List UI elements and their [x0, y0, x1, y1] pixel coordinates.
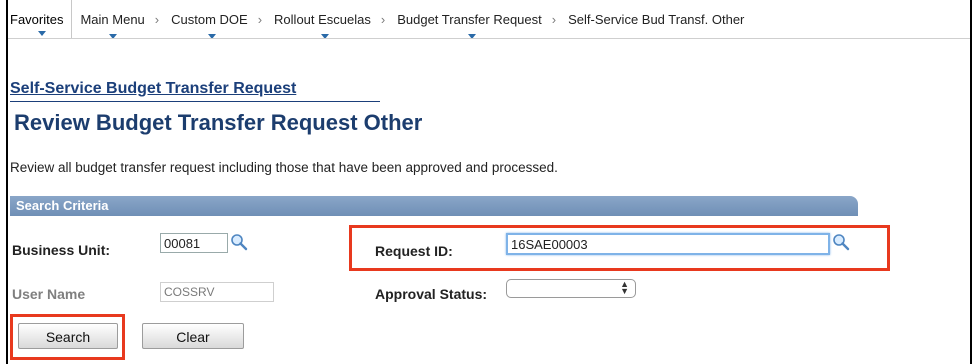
- user-name-label: User Name: [12, 286, 86, 302]
- request-id-lookup-icon[interactable]: [832, 233, 850, 251]
- request-id-input[interactable]: [506, 233, 830, 255]
- select-arrows-icon: ▲ ▼: [620, 279, 629, 296]
- page-description: Review all budget transfer request inclu…: [10, 160, 558, 175]
- page-link-title[interactable]: Self-Service Budget Transfer Request: [10, 80, 296, 98]
- breadcrumb-item-self-service-bud-transf-other[interactable]: Self-Service Bud Transf. Other: [566, 12, 744, 27]
- breadcrumb-separator: ›: [551, 11, 557, 27]
- business-unit-input[interactable]: [160, 233, 228, 253]
- search-criteria-header: Search Criteria: [10, 196, 858, 216]
- chevron-down-icon: [468, 33, 477, 38]
- search-button[interactable]: Search: [18, 323, 118, 349]
- approval-status-label: Approval Status:: [375, 286, 488, 302]
- business-unit-label: Business Unit:: [12, 242, 111, 258]
- breadcrumb-separator: ›: [257, 11, 263, 27]
- favorites-chevron-down-icon: [38, 31, 46, 36]
- user-name-field: [160, 282, 274, 302]
- breadcrumb-separator: ›: [154, 11, 160, 27]
- breadcrumb-item-rollout-escuelas[interactable]: Rollout Escuelas: [272, 12, 371, 38]
- page-frame: [6, 0, 972, 364]
- breadcrumb-item-main-menu[interactable]: Main Menu: [72, 12, 145, 38]
- breadcrumb-item-budget-transfer-request[interactable]: Budget Transfer Request: [395, 12, 542, 38]
- chevron-down-icon: [321, 33, 330, 38]
- breadcrumb: Favorites Main Menu › Custom DOE › Rollo…: [8, 0, 970, 39]
- breadcrumb-item-custom-doe[interactable]: Custom DOE: [169, 12, 248, 38]
- business-unit-lookup-icon[interactable]: [230, 233, 248, 251]
- approval-status-select[interactable]: ▲ ▼: [506, 279, 636, 298]
- chevron-down-icon: [208, 33, 217, 38]
- divider: [10, 101, 380, 102]
- favorites-menu[interactable]: Favorites: [8, 0, 73, 38]
- chevron-down-icon: [108, 33, 117, 38]
- request-id-label: Request ID:: [375, 243, 453, 259]
- clear-button[interactable]: Clear: [142, 323, 244, 349]
- breadcrumb-separator: ›: [380, 11, 386, 27]
- page-title: Review Budget Transfer Request Other: [14, 110, 423, 135]
